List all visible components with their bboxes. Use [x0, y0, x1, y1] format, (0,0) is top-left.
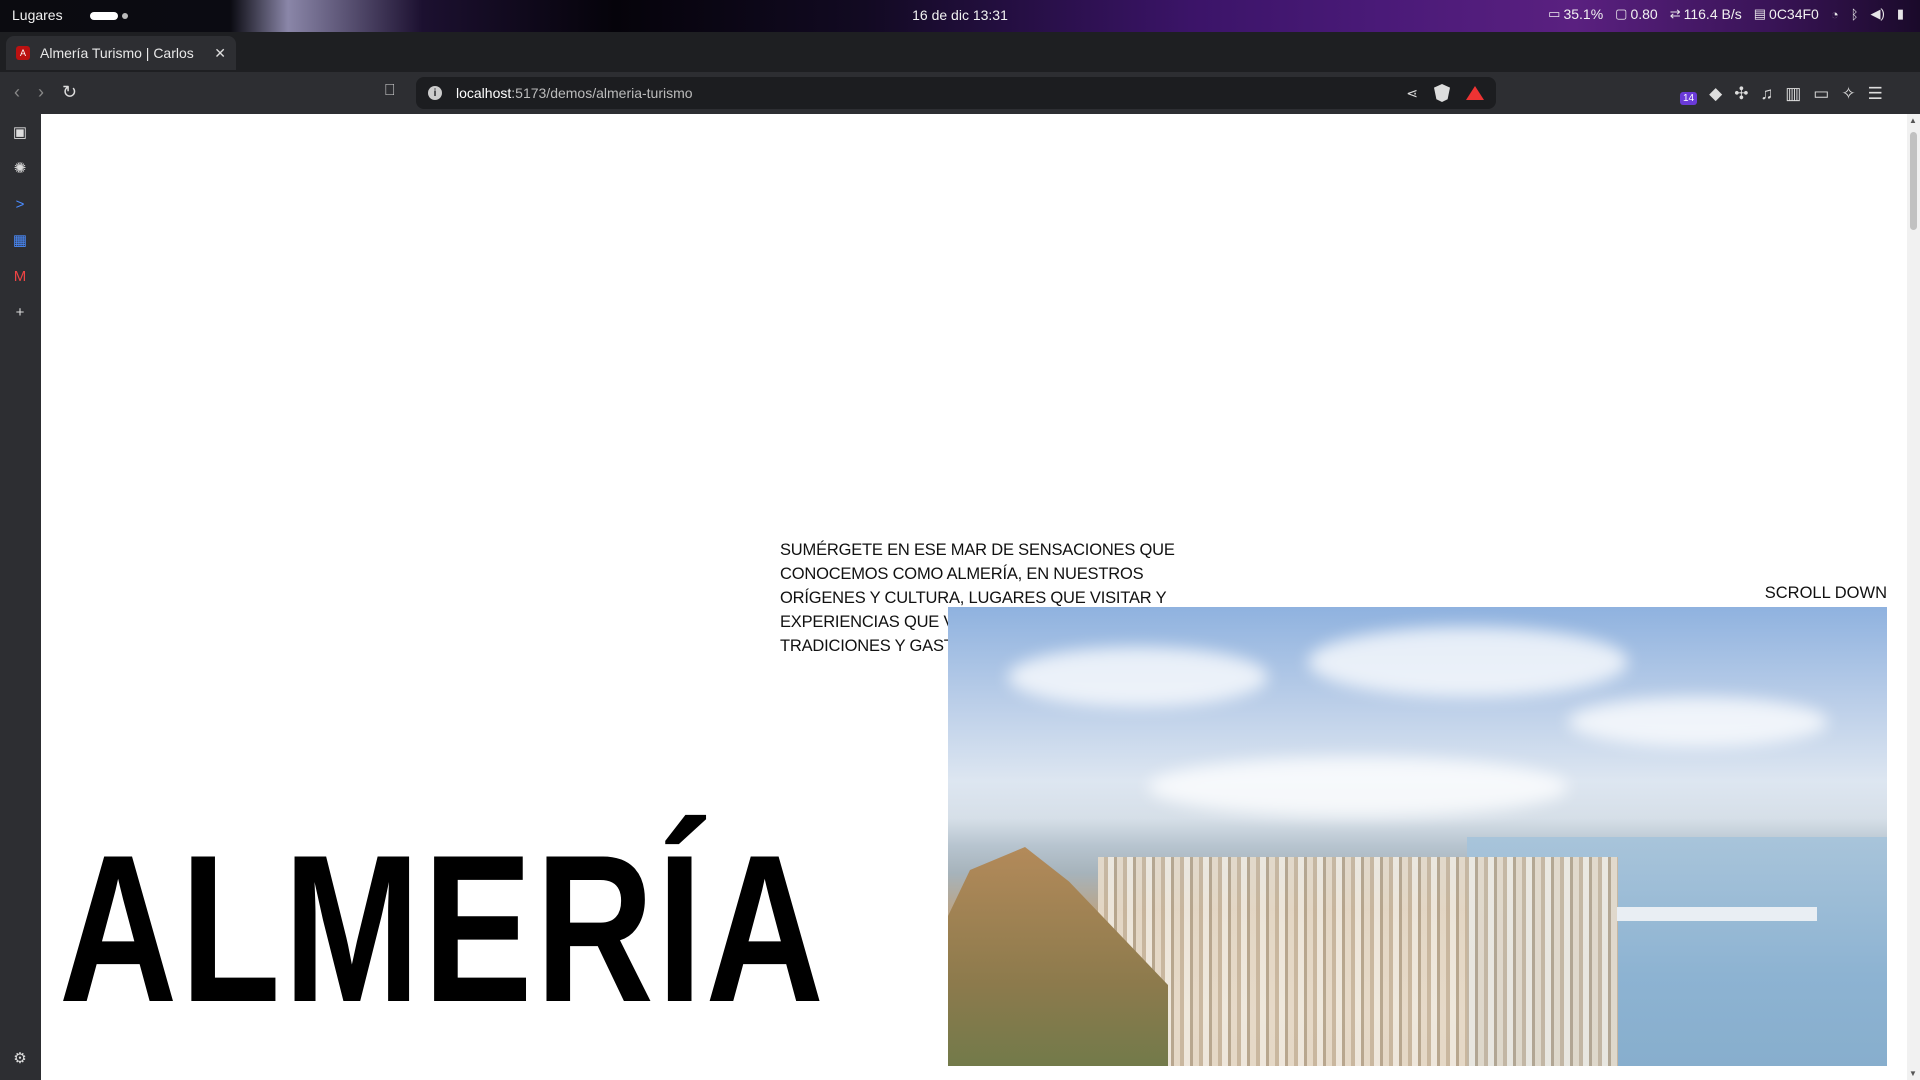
cloud-shape	[1008, 647, 1268, 707]
hero-image	[948, 607, 1887, 1066]
navigation-buttons: ‹ › ↻	[14, 82, 77, 103]
site-info-icon[interactable]: i	[428, 86, 442, 100]
cloud-shape	[1148, 757, 1568, 817]
extension-diamond-icon[interactable]: ◆	[1709, 84, 1722, 104]
cloud-shape	[1308, 627, 1628, 697]
tab-almeria-turismo[interactable]: A Almería Turismo | Carlos ✕	[6, 36, 236, 70]
transfer-icon: ⇄	[1669, 6, 1681, 21]
workspace-inactive[interactable]	[122, 13, 128, 19]
url-path: :5173/demos/almeria-turismo	[511, 85, 693, 101]
brave-shields-icon[interactable]	[1434, 84, 1450, 102]
tab-strip: A Almería Turismo | Carlos ✕ + ⌄ – ❐ ✕	[0, 32, 1920, 94]
almeria-favicon-icon: A	[16, 46, 30, 60]
system-top-bar: Lugares 16 de dic 13:31 ▭ 35.1% ▢ 0.80 ⇄ 11…	[0, 0, 1920, 32]
battery-icon[interactable]: ▮	[1897, 6, 1904, 22]
url-host: localhost	[456, 85, 512, 101]
web-page: SUMÉRGETE EN ESE MAR DE SENSACIONES QUE …	[41, 114, 1907, 1080]
browser-sidebar: ▣ ✺ > ▦ M + ⚙	[0, 114, 41, 1080]
tab-title: Almería Turismo | Carlos	[40, 45, 194, 61]
scroll-down-hint[interactable]: SCROLL DOWN	[1765, 584, 1887, 603]
activities-button[interactable]: Lugares	[12, 7, 63, 23]
volume-icon[interactable]: ◀)	[1871, 6, 1885, 22]
scrollbar-thumb[interactable]	[1910, 132, 1917, 230]
media-icon[interactable]: ♫	[1760, 84, 1773, 104]
chatgpt-icon[interactable]: ✺	[10, 158, 30, 178]
extension-badge[interactable]: 14	[1680, 92, 1698, 105]
system-stats: ▭ 35.1% ▢ 0.80 ⇄ 116.4 B/s ▤ 0C34F0 ◔ ᛒ ◀) ▮	[1548, 6, 1904, 22]
reading-list-icon[interactable]: ▣	[10, 122, 30, 142]
extensions-area: 14 ◆ ✣ ♫ ▥ ▭ ✧ ☰	[1680, 82, 1883, 105]
page-title: ALMERÍA	[59, 811, 827, 1046]
clipboard-stat[interactable]: ▤ 0C34F0	[1754, 6, 1819, 22]
sidebar-toggle-icon[interactable]: ▥	[1785, 84, 1801, 104]
close-tab-icon[interactable]: ✕	[214, 45, 226, 62]
prompt-icon[interactable]: >	[10, 194, 30, 214]
address-bar[interactable]: i localhost:5173/demos/almeria-turismo ⋖	[416, 77, 1496, 109]
cloud-shape	[1568, 697, 1828, 747]
reload-icon[interactable]: ↻	[62, 82, 77, 103]
bookmark-icon[interactable]: ⎕	[385, 82, 395, 100]
wallet-icon[interactable]: ▭	[1813, 84, 1829, 104]
address-bar-actions: ⋖	[1406, 84, 1484, 102]
gmail-icon[interactable]: M	[10, 266, 30, 286]
wifi-icon[interactable]: ◔	[1831, 7, 1839, 22]
monitor-icon: ▢	[1615, 6, 1628, 21]
forward-icon[interactable]: ›	[38, 82, 44, 103]
scroll-down-icon[interactable]: ▼	[1909, 1069, 1917, 1078]
bluetooth-icon[interactable]: ᛒ	[1851, 7, 1859, 22]
network-stat: ⇄ 116.4 B/s	[1669, 6, 1742, 22]
clipboard-icon: ▤	[1753, 6, 1767, 21]
brave-rewards-icon[interactable]	[1466, 86, 1484, 100]
city-buildings	[1098, 857, 1618, 1066]
leo-ai-icon[interactable]: ✧	[1841, 84, 1855, 104]
page-scrollbar[interactable]: ▲ ▼	[1907, 114, 1920, 1080]
extensions-puzzle-icon[interactable]: ✣	[1734, 84, 1748, 104]
add-panel-icon[interactable]: +	[10, 302, 30, 322]
share-icon[interactable]: ⋖	[1406, 85, 1418, 102]
menu-icon[interactable]: ☰	[1868, 84, 1883, 104]
scroll-up-icon[interactable]: ▲	[1909, 116, 1917, 125]
cpu-icon: ▭	[1548, 6, 1561, 21]
calendar-icon[interactable]: ▦	[10, 230, 30, 250]
port-pier	[1617, 907, 1817, 921]
sidebar-settings-icon[interactable]: ⚙	[10, 1048, 30, 1068]
load-stat: ▢ 0.80	[1615, 6, 1658, 22]
back-icon[interactable]: ‹	[14, 82, 20, 103]
workspace-active[interactable]	[90, 12, 118, 20]
cpu-stat: ▭ 35.1%	[1548, 6, 1604, 22]
browser-toolbar: ‹ › ↻ ⎕ i localhost:5173/demos/almeria-t…	[0, 72, 1920, 114]
workspace-indicator[interactable]	[90, 12, 128, 20]
